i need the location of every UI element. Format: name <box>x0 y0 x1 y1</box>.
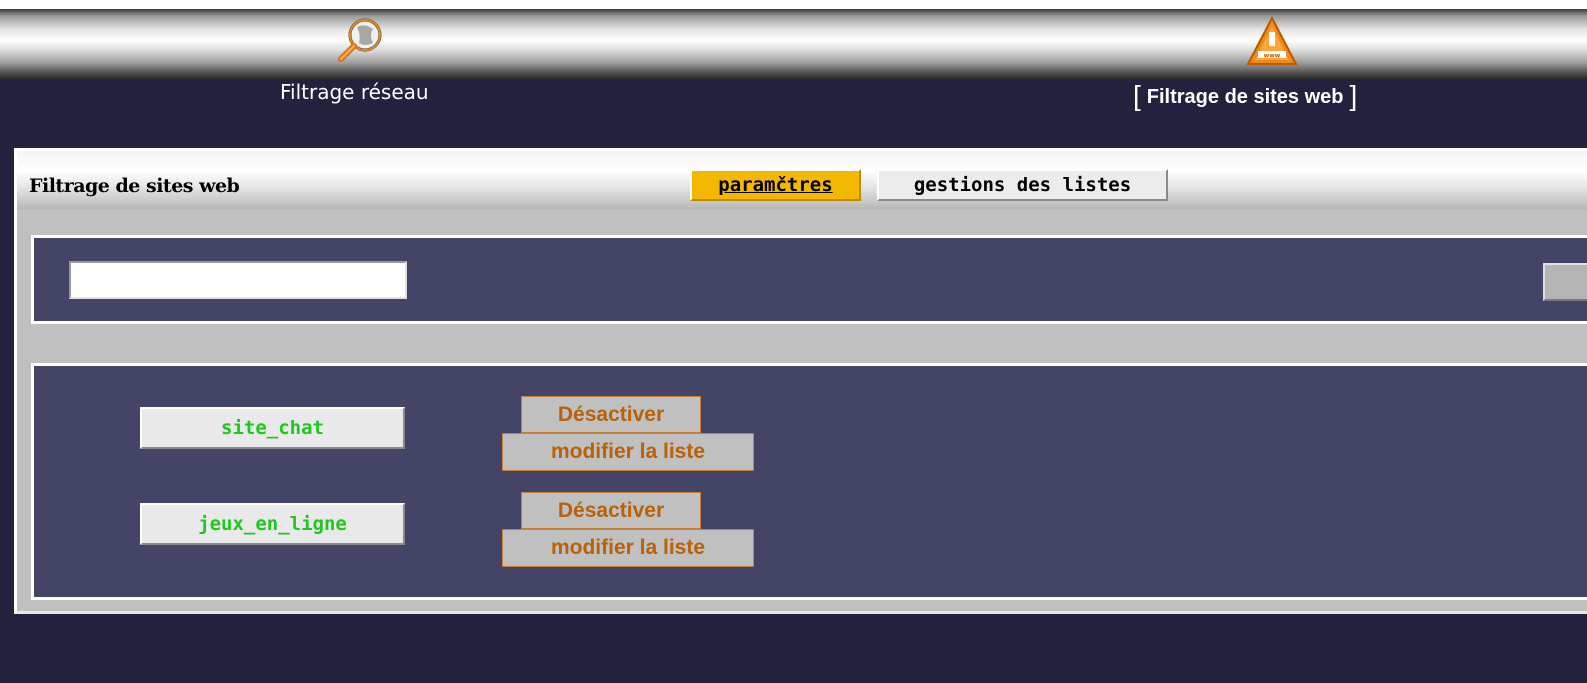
search-box <box>31 235 1587 324</box>
top-nav-bar <box>0 9 1587 79</box>
tab-parametres[interactable]: paramčtres <box>690 169 861 201</box>
list-name-jeux-en-ligne: jeux_en_ligne <box>140 503 405 545</box>
deactivate-button-jeux-en-ligne[interactable]: Désactiver <box>521 492 701 529</box>
filter-lists-box: site_chat Désactiver modifier la liste j… <box>31 363 1587 600</box>
modify-list-button-jeux-en-ligne[interactable]: modifier la liste <box>502 529 754 567</box>
top-strip <box>0 0 1587 9</box>
panel-title: Filtrage de sites web <box>29 175 240 197</box>
search-input[interactable] <box>69 261 407 299</box>
nav-item-filtrage-reseau[interactable]: Filtrage réseau <box>280 80 429 104</box>
nav-item-filtrage-sites-web[interactable]: [Filtrage de sites web] <box>1133 80 1357 112</box>
main-panel: Filtrage de sites web paramčtres gestion… <box>14 148 1587 614</box>
web-filter-warning-icon[interactable]: www <box>1244 14 1300 70</box>
nav-item-label: Filtrage de sites web <box>1146 86 1344 108</box>
deactivate-button-site-chat[interactable]: Désactiver <box>521 396 701 433</box>
search-button[interactable] <box>1543 263 1587 301</box>
nav-item-label: Filtrage réseau <box>280 80 429 104</box>
tab-gestions-des-listes[interactable]: gestions des listes <box>877 169 1168 201</box>
panel-header: Filtrage de sites web paramčtres gestion… <box>17 151 1587 209</box>
list-name-site-chat: site_chat <box>140 407 405 449</box>
network-filter-icon[interactable] <box>333 13 389 69</box>
active-bracket-open: [ <box>1133 80 1141 111</box>
svg-text:www: www <box>1264 53 1281 60</box>
active-bracket-close: ] <box>1349 80 1358 111</box>
modify-list-button-site-chat[interactable]: modifier la liste <box>502 433 754 471</box>
